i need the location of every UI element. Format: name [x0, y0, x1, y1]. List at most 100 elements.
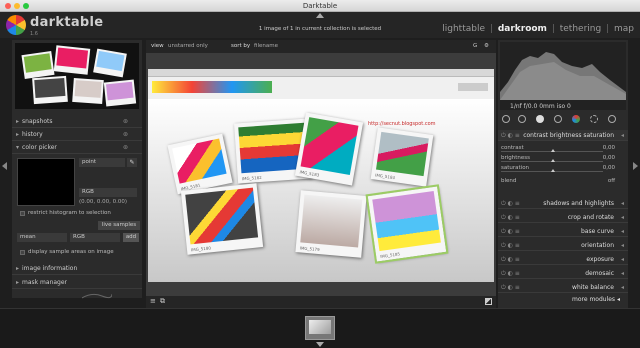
module-expand-arrow-icon: ◂ [620, 270, 624, 277]
correction-group-icon[interactable] [590, 115, 598, 123]
collapse-top-panel-arrow-icon[interactable] [316, 13, 324, 18]
module-name: crop and rotate [567, 214, 614, 221]
color-group-icon[interactable] [572, 115, 580, 123]
expand-arrow-icon: ▸ [16, 265, 20, 272]
module-orientation[interactable]: ⏻ ◐ ≡ orientation ◂ [498, 240, 628, 251]
add-sample-button[interactable]: add [123, 233, 139, 242]
view-filter-select[interactable]: unstarred only [168, 43, 208, 49]
slider-saturation[interactable]: saturation 0,00 [501, 164, 625, 173]
module-expand-arrow-icon: ◂ [620, 200, 624, 207]
module-name: exposure [586, 256, 614, 263]
module-toggle-icons[interactable]: ⏻ ◐ ≡ [501, 198, 520, 209]
effect-group-icon[interactable] [608, 115, 616, 123]
module-toggle-icons[interactable]: ⏻ ◐ ≡ [501, 226, 520, 237]
module-toggle-icons[interactable]: ⏻ ◐ ≡ [501, 268, 520, 279]
slider-contrast[interactable]: contrast 0,00 [501, 144, 625, 153]
blend-label: blend [501, 178, 517, 184]
favorites-star-icon[interactable] [518, 115, 526, 123]
embedded-toolbar [148, 77, 494, 99]
exif-info: 1/nf f/0.0 0mm iso 0 [510, 103, 571, 110]
section-color-picker[interactable]: ▾ color picker ⊛ [12, 142, 142, 154]
sort-select[interactable]: filename [254, 43, 278, 49]
blend-mode-select[interactable]: blend off [501, 177, 625, 186]
module-toggle-icons[interactable]: ⏻ ◐ ≡ [501, 212, 520, 223]
module-crop-and-rotate[interactable]: ⏻ ◐ ≡ crop and rotate ◂ [498, 212, 628, 223]
module-expand-arrow-icon: ◂ [620, 256, 624, 263]
section-label: snapshots [22, 118, 53, 125]
module-group-tabs [498, 113, 628, 127]
collapse-bottom-panel-arrow-icon[interactable] [316, 342, 324, 347]
section-label: mask manager [22, 279, 68, 286]
module-name: base curve [580, 228, 614, 235]
view-tethering[interactable]: tethering [560, 24, 601, 34]
grouping-button[interactable]: G [473, 43, 477, 49]
module-toggle-icons[interactable]: ⏻ ◐ ≡ [501, 282, 520, 293]
reset-icon[interactable]: ⊛ [123, 142, 128, 154]
basic-group-icon[interactable] [536, 115, 544, 123]
module-toggle-icons[interactable]: ⏻ ◐ ≡ [501, 240, 520, 251]
reset-icon[interactable]: ⊛ [123, 116, 128, 128]
presets-menu-icon[interactable]: ≡ [150, 297, 156, 305]
eyedropper-icon[interactable]: ✎ [127, 158, 137, 167]
sample-model-select[interactable]: RGB [70, 233, 120, 242]
module-expand-arrow-icon: ◂ [620, 132, 624, 139]
preferences-gear-icon[interactable]: ⚙ [484, 43, 489, 49]
color-model-select[interactable]: RGB [79, 188, 137, 197]
module-name: contrast brightness saturation [523, 132, 614, 139]
center-top-toolbar: view unstarred only sort by filename G ⚙ [146, 40, 496, 53]
blend-value: off [607, 178, 615, 184]
expand-arrow-icon: ▸ [16, 279, 20, 286]
section-history[interactable]: ▸ history ⊛ [12, 129, 142, 141]
histogram[interactable]: 1/nf f/0.0 0mm iso 0 [500, 42, 626, 110]
view-lighttable[interactable]: lighttable [442, 24, 485, 34]
section-snapshots[interactable]: ▸ snapshots ⊛ [12, 116, 142, 128]
view-map[interactable]: map [614, 24, 634, 34]
restrict-histogram-checkbox[interactable] [20, 211, 25, 216]
module-toggle-icons[interactable]: ⏻ ◐ ≡ [501, 130, 520, 141]
module-toggle-icons[interactable]: ⏻ ◐ ≡ [501, 254, 520, 265]
filmstrip-thumbnail[interactable] [305, 316, 335, 340]
view-darkroom[interactable]: darkroom [498, 24, 547, 34]
tone-group-icon[interactable] [554, 115, 562, 123]
module-exposure[interactable]: ⏻ ◐ ≡ exposure ◂ [498, 254, 628, 265]
styles-icon[interactable]: ⧉ [160, 297, 165, 306]
module-white-balance[interactable]: ⏻ ◐ ≡ white balance ◂ [498, 282, 628, 293]
more-modules-button[interactable]: more modules ◂ [572, 296, 620, 303]
window-titlebar: Darktable [0, 0, 640, 12]
power-icon[interactable] [502, 115, 510, 123]
section-image-information[interactable]: ▸ image information [12, 263, 142, 275]
module-expand-arrow-icon: ◂ [620, 228, 624, 235]
slider-brightness[interactable]: brightness 0,00 [501, 154, 625, 163]
polaroid-caption: IMG_5184 [374, 172, 396, 181]
right-panel: 1/nf f/0.0 0mm iso 0 ⏻ ◐ ≡ contrast brig… [498, 40, 628, 308]
view-separator: | [606, 24, 610, 34]
module-contrast-brightness-saturation[interactable]: ⏻ ◐ ≡ contrast brightness saturation ◂ [498, 130, 628, 141]
module-shadows-and-highlights[interactable]: ⏻ ◐ ≡ shadows and highlights ◂ [498, 198, 628, 209]
color-swatch [17, 158, 75, 206]
display-sample-areas-checkbox[interactable] [20, 250, 25, 255]
module-base-curve[interactable]: ⏻ ◐ ≡ base curve ◂ [498, 226, 628, 237]
center-bottom-toolbar: ≡ ⧉ [146, 296, 496, 308]
reset-icon[interactable]: ⊛ [123, 129, 128, 141]
window-title: Darktable [302, 2, 338, 10]
collapse-right-panel-arrow-icon[interactable] [633, 162, 638, 170]
picker-values: (0.00, 0.00, 0.00) [79, 199, 128, 205]
left-panel: ▸ snapshots ⊛ ▸ history ⊛ ▾ color picker ⊛ … [12, 40, 142, 299]
live-samples-button[interactable]: live samples [98, 221, 140, 230]
section-mask-manager[interactable]: ▸ mask manager [12, 277, 142, 289]
embedded-window-bar [148, 69, 494, 77]
polaroid-caption: IMG_5182 [241, 174, 262, 182]
polaroid-caption: IMG_5179 [299, 245, 320, 253]
picker-mode-select[interactable]: point [79, 158, 125, 167]
collapse-left-panel-arrow-icon[interactable] [2, 162, 7, 170]
navigation-thumbnail[interactable] [15, 43, 139, 109]
view-switcher: lighttable | darkroom | tethering | map [442, 24, 634, 34]
statistic-select[interactable]: mean [17, 233, 67, 242]
module-demosaic[interactable]: ⏻ ◐ ≡ demosaic ◂ [498, 268, 628, 279]
edited-image: http://secnut.blogspot.com IMG_5181 IMG_… [148, 69, 494, 282]
more-modules-label: more modules [572, 296, 616, 303]
display-sample-areas-label: display sample areas on image [28, 249, 114, 255]
overexposure-toggle-icon[interactable] [485, 298, 492, 305]
module-expand-arrow-icon: ◂ [620, 242, 624, 249]
slider-value: 0,00 [602, 165, 615, 171]
